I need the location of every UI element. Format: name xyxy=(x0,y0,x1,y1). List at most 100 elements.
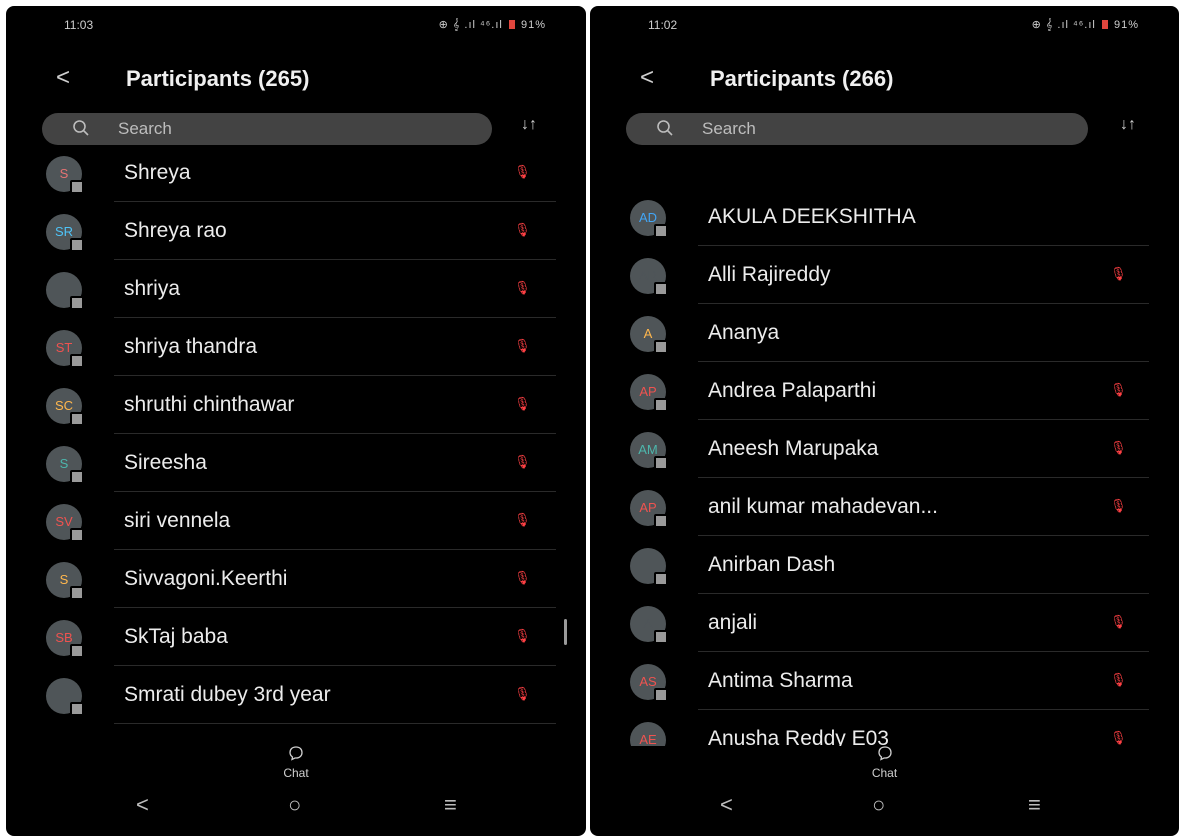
sort-icon[interactable]: ↓↑ xyxy=(521,116,537,134)
participant-row[interactable]: Smrati dubey 3rd year 🎙 xyxy=(6,666,586,724)
participant-name: Antima Sharma xyxy=(708,669,853,692)
participant-row[interactable]: S Sivvagoni.Keerthi 🎙 xyxy=(6,550,586,608)
sort-icon[interactable]: ↓↑ xyxy=(1120,116,1136,134)
participant-name: shriya thandra xyxy=(124,335,258,358)
nav-recents-button[interactable]: ≡ xyxy=(444,792,457,818)
avatar-initials: S xyxy=(59,166,69,181)
avatar: SR xyxy=(46,214,84,252)
participant-name: siri vennela xyxy=(124,509,231,532)
mic-muted-icon[interactable]: 🎙 xyxy=(514,396,531,412)
device-badge-icon xyxy=(654,630,668,644)
mic-muted-icon[interactable]: 🎙 xyxy=(514,512,531,528)
system-nav-bar: < ○ ≡ xyxy=(590,792,1179,822)
participant-row[interactable]: Anirban Dash xyxy=(590,536,1179,594)
battery-icon xyxy=(1101,20,1108,29)
participant-row[interactable]: SV siri vennela 🎙 xyxy=(6,492,586,550)
search-input[interactable]: Search xyxy=(626,113,1088,145)
participant-row[interactable]: AM Aneesh Marupaka 🎙 xyxy=(590,420,1179,478)
search-input[interactable]: Search xyxy=(42,113,492,145)
participant-name: Anirban Dash xyxy=(708,553,836,576)
chat-button[interactable]: Chat xyxy=(6,745,586,780)
avatar: AM xyxy=(630,432,668,470)
mic-muted-icon[interactable]: 🎙 xyxy=(1110,498,1127,514)
search-placeholder: Search xyxy=(118,119,172,138)
chevron-left-icon[interactable]: < xyxy=(640,64,654,92)
avatar-initials: AD xyxy=(638,210,658,225)
participant-row[interactable]: S Shreya 🎙 xyxy=(6,148,586,202)
device-badge-icon xyxy=(70,644,84,658)
avatar-initials: SR xyxy=(54,224,74,239)
device-badge-icon xyxy=(654,282,668,296)
avatar-initials: AP xyxy=(639,384,657,399)
device-badge-icon xyxy=(654,456,668,470)
participant-row[interactable]: SC shruthi chinthawar 🎙 xyxy=(6,376,586,434)
avatar xyxy=(46,272,84,310)
mic-muted-icon[interactable]: 🎙 xyxy=(514,628,531,644)
phone-screen-left: 11:03 ⊕ 𝄞 .ıl ⁴⁶.ıl 91% < Participants (… xyxy=(6,6,586,836)
signal-icons: ⊕ 𝄞 .ıl ⁴⁶.ıl xyxy=(438,19,503,31)
participant-row[interactable]: ST shriya thandra 🎙 xyxy=(6,318,586,376)
device-badge-icon xyxy=(70,586,84,600)
page-title: Participants (265) xyxy=(126,66,310,91)
participant-row[interactable]: shriya 🎙 xyxy=(6,260,586,318)
device-badge-icon xyxy=(654,688,668,702)
participant-row[interactable]: A Ananya xyxy=(590,304,1179,362)
participant-row[interactable]: AR Alli Rajireddy 🎙 xyxy=(590,246,1179,304)
nav-recents-button[interactable]: ≡ xyxy=(1028,792,1041,818)
avatar xyxy=(46,678,84,716)
mic-muted-icon[interactable]: 🎙 xyxy=(514,164,531,180)
avatar: AP xyxy=(630,490,668,528)
chevron-left-icon[interactable]: < xyxy=(56,64,70,92)
participant-row[interactable]: SR Shreya rao 🎙 xyxy=(6,202,586,260)
nav-back-button[interactable]: < xyxy=(136,792,149,818)
mic-muted-icon[interactable]: 🎙 xyxy=(1110,614,1127,630)
mic-muted-icon[interactable]: 🎙 xyxy=(514,338,531,354)
avatar-initials: A xyxy=(643,326,653,341)
scrollbar[interactable] xyxy=(564,619,567,645)
mic-muted-icon[interactable]: 🎙 xyxy=(514,570,531,586)
participant-row[interactable]: AE Anusha Reddy E03 🎙 xyxy=(590,710,1179,746)
mic-muted-icon[interactable]: 🎙 xyxy=(1110,730,1127,746)
mic-muted-icon[interactable]: 🎙 xyxy=(514,686,531,702)
mic-muted-icon[interactable]: 🎙 xyxy=(514,222,531,238)
nav-home-button[interactable]: ○ xyxy=(872,792,885,818)
participant-row[interactable]: AS Antima Sharma 🎙 xyxy=(590,652,1179,710)
battery-level: 91% xyxy=(1113,19,1139,31)
participant-row[interactable]: Aanjali 🎙 xyxy=(590,594,1179,652)
participant-row[interactable]: AP Andrea Palaparthi 🎙 xyxy=(590,362,1179,420)
participant-name: Anusha Reddy E03 xyxy=(708,727,889,746)
chat-icon xyxy=(877,746,892,761)
participant-row[interactable]: SB SkTaj baba 🎙 xyxy=(6,608,586,666)
mic-muted-icon[interactable]: 🎙 xyxy=(1110,440,1127,456)
avatar-initials: AP xyxy=(639,500,657,515)
avatar: AE xyxy=(630,722,666,746)
participant-row[interactable]: S Sireesha 🎙 xyxy=(6,434,586,492)
participant-list[interactable]: S Shreya 🎙 SR Shreya rao 🎙 shriya 🎙 ST shriya tha… xyxy=(6,148,586,746)
chat-button[interactable]: Chat xyxy=(590,745,1179,780)
participant-name: Smrati dubey 3rd year xyxy=(124,683,331,706)
device-badge-icon xyxy=(70,354,84,368)
mic-muted-icon[interactable]: 🎙 xyxy=(514,454,531,470)
participant-list[interactable]: AD AKULA DEEKSHITHA AR Alli Rajireddy 🎙 A Anan… xyxy=(590,148,1179,746)
avatar: SB xyxy=(46,620,84,658)
participant-name: anil kumar mahadevan... xyxy=(708,495,938,518)
nav-home-button[interactable]: ○ xyxy=(288,792,301,818)
mic-muted-icon[interactable]: 🎙 xyxy=(514,280,531,296)
mic-muted-icon[interactable]: 🎙 xyxy=(1110,672,1127,688)
participant-name: shruthi chinthawar xyxy=(124,393,295,416)
participant-name: Shreya xyxy=(124,161,191,184)
participant-row[interactable]: AD AKULA DEEKSHITHA xyxy=(590,188,1179,246)
avatar: A xyxy=(630,316,668,354)
mic-muted-icon[interactable]: 🎙 xyxy=(1110,266,1127,282)
search-icon xyxy=(657,120,673,136)
chat-label: Chat xyxy=(283,766,309,780)
participant-row[interactable]: AP anil kumar mahadevan... 🎙 xyxy=(590,478,1179,536)
avatar: AR xyxy=(630,258,668,296)
mic-muted-icon[interactable]: 🎙 xyxy=(1110,382,1127,398)
nav-back-button[interactable]: < xyxy=(720,792,733,818)
device-badge-icon xyxy=(654,340,668,354)
avatar: SV xyxy=(46,504,84,542)
avatar-initials: AM xyxy=(638,442,658,457)
participant-name: shriya xyxy=(124,277,181,300)
device-badge-icon xyxy=(70,296,84,310)
